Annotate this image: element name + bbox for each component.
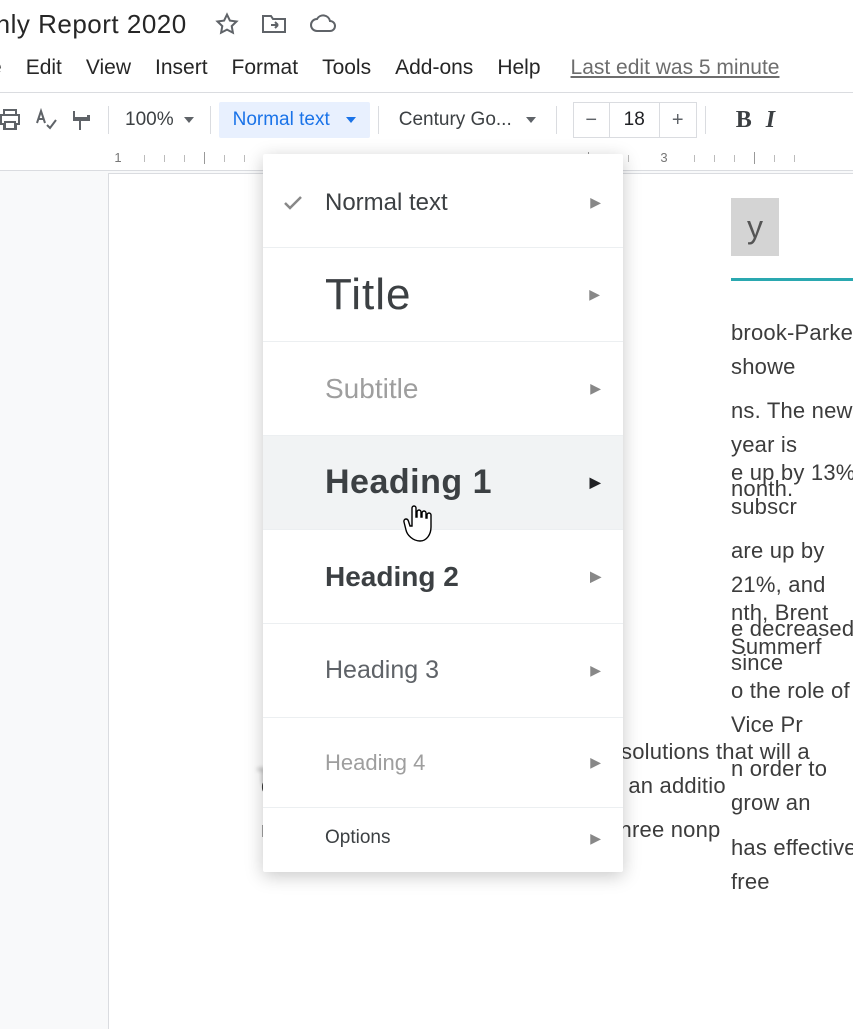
font-size-value[interactable]: 18 [610,103,660,137]
chevron-down-icon [526,117,536,123]
menu-addons[interactable]: Add-ons [383,50,485,86]
menu-format[interactable]: Format [220,50,311,86]
submenu-arrow-icon: ▶ [590,754,601,771]
submenu-arrow-icon: ▶ [590,380,601,397]
star-icon[interactable] [215,12,239,36]
body-line: e up by 13%, subscr [731,456,853,524]
style-option-heading-1[interactable]: Heading 1 ▶ [263,436,623,530]
style-option-label: Subtitle [325,373,418,405]
style-option-label: Heading 2 [325,561,459,593]
document-title[interactable]: onthly Report 2020 [0,9,187,40]
style-option-label: Title [325,270,412,320]
submenu-arrow-icon: ▶ [590,830,601,847]
last-edit-link[interactable]: Last edit was 5 minute [571,56,780,80]
menu-insert[interactable]: Insert [143,50,220,86]
body-line: brook-Parker showe [731,316,853,384]
chevron-down-icon [346,117,356,123]
zoom-dropdown[interactable]: 100% [117,109,202,131]
body-line: nth, Brent Summerf [731,596,853,664]
submenu-arrow-icon: ▶ [589,286,601,303]
font-family-dropdown[interactable]: Century Go... [387,109,548,131]
font-size-group: − 18 + [573,102,697,138]
body-line: solutions that will a [621,739,810,764]
style-option-heading-2[interactable]: Heading 2 ▶ [263,530,623,624]
print-icon[interactable] [0,102,28,138]
chevron-down-icon [184,117,194,123]
menu-help[interactable]: Help [485,50,552,86]
menu-file[interactable]: e [0,50,14,86]
style-option-heading-4[interactable]: Heading 4 ▶ [263,718,623,808]
style-option-options[interactable]: Options ▶ [263,808,623,868]
style-option-label: Heading 1 [325,463,492,502]
menu-tools[interactable]: Tools [310,50,383,86]
style-option-label: Options [325,827,390,849]
separator [108,106,109,134]
bold-button[interactable]: B [726,107,762,134]
title-bar: onthly Report 2020 [0,0,853,48]
toolbar: 100% Normal text Century Go... − 18 + B … [0,93,853,145]
font-label: Century Go... [399,109,512,131]
spellcheck-icon[interactable] [28,102,64,138]
separator [210,106,211,134]
move-to-folder-icon[interactable] [261,13,287,35]
paragraph-style-dropdown[interactable]: Normal text [219,102,370,138]
style-option-heading-3[interactable]: Heading 3 ▶ [263,624,623,718]
submenu-arrow-icon: ▶ [590,474,601,491]
style-option-label: Heading 3 [325,656,439,685]
checkmark-icon [283,195,303,211]
body-line: are up by 21%, and [731,534,853,602]
selected-heading-fragment: y [731,198,779,256]
style-option-label: Normal text [325,189,448,217]
menu-bar: e Edit View Insert Format Tools Add-ons … [0,48,853,88]
separator [556,106,557,134]
submenu-arrow-icon: ▶ [590,194,601,211]
paint-format-icon[interactable] [64,102,100,138]
style-option-title[interactable]: Title ▶ [263,248,623,342]
menu-edit[interactable]: Edit [14,50,74,86]
submenu-arrow-icon: ▶ [590,568,601,585]
body-line: ns. The new year is [731,394,853,462]
zoom-value: 100% [125,109,174,131]
submenu-arrow-icon: ▶ [590,662,601,679]
style-option-label: Heading 4 [325,750,425,776]
separator [705,106,706,134]
style-option-subtitle[interactable]: Subtitle ▶ [263,342,623,436]
ruler-mark: 1 [114,150,121,165]
menu-view[interactable]: View [74,50,143,86]
ruler-mark: 3 [660,150,667,165]
cloud-status-icon[interactable] [309,14,337,34]
separator [378,106,379,134]
heading-underline [731,278,853,281]
style-label: Normal text [233,109,330,131]
style-option-normal-text[interactable]: Normal text ▶ [263,158,623,248]
paragraph-style-menu: Normal text ▶ Title ▶ Subtitle ▶ Heading… [263,154,623,872]
increase-font-size-button[interactable]: + [660,103,696,137]
italic-button[interactable]: I [766,107,786,134]
decrease-font-size-button[interactable]: − [574,103,610,137]
body-line: o the role of Vice Pr [731,674,853,742]
